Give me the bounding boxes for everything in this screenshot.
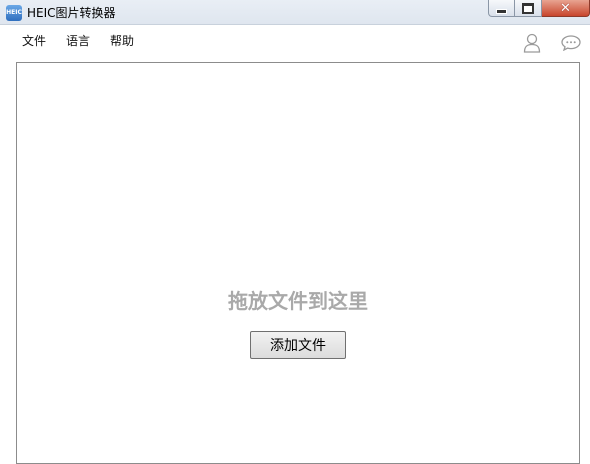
drop-hint-text: 拖放文件到这里 bbox=[228, 289, 368, 313]
app-window: HEIC HEIC图片转换器 ✕ 文件 语言 帮助 拖放文件到这里 添加文件 bbox=[0, 0, 590, 464]
maximize-button[interactable] bbox=[515, 0, 542, 17]
minimize-button[interactable] bbox=[488, 0, 515, 17]
add-file-button[interactable]: 添加文件 bbox=[250, 331, 346, 359]
menu-language[interactable]: 语言 bbox=[66, 32, 90, 49]
chat-icon[interactable] bbox=[561, 35, 581, 51]
close-button[interactable]: ✕ bbox=[542, 0, 590, 17]
close-icon: ✕ bbox=[560, 0, 571, 16]
user-icon[interactable] bbox=[523, 33, 541, 53]
file-drop-area[interactable]: 拖放文件到这里 添加文件 bbox=[16, 62, 580, 464]
menu-help[interactable]: 帮助 bbox=[110, 32, 134, 49]
menu-file[interactable]: 文件 bbox=[22, 32, 46, 49]
window-title: HEIC图片转换器 bbox=[27, 6, 116, 20]
minimize-icon bbox=[496, 8, 507, 14]
title-bar[interactable]: HEIC HEIC图片转换器 ✕ bbox=[0, 0, 590, 25]
window-controls: ✕ bbox=[488, 0, 590, 20]
maximize-icon bbox=[522, 2, 534, 14]
menu-bar: 文件 语言 帮助 bbox=[0, 25, 590, 57]
app-icon: HEIC bbox=[6, 5, 22, 21]
